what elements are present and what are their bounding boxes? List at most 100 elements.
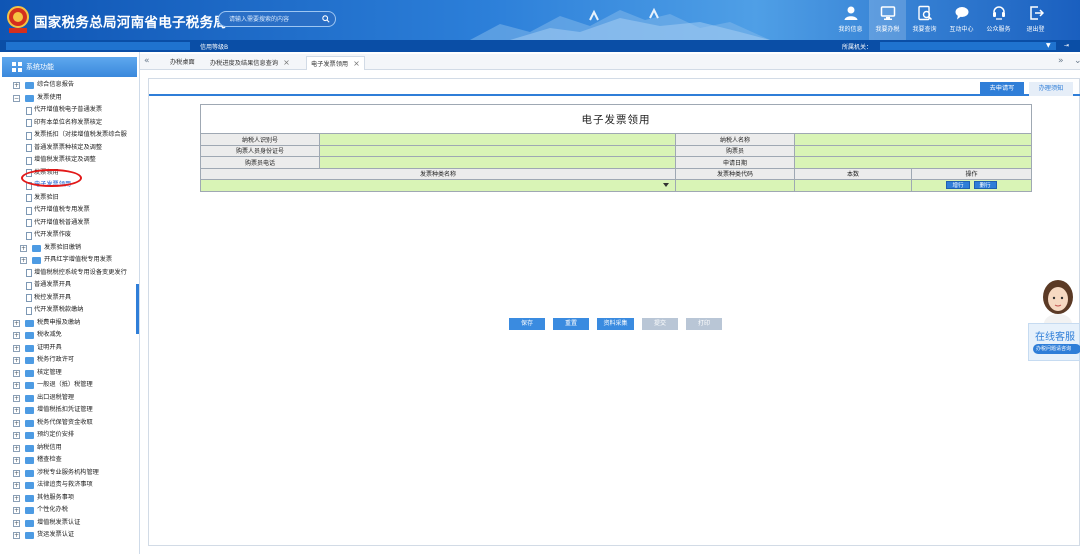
tab-e-invoice[interactable]: 电子发票领用 × (306, 56, 365, 70)
search-input[interactable] (219, 12, 317, 26)
expand-icon[interactable]: + (13, 457, 20, 464)
search-box[interactable] (218, 11, 336, 27)
sidebar-item[interactable]: + 综合信息报告 (0, 79, 139, 92)
nav-logout[interactable]: 退出登 (1017, 0, 1054, 40)
collapse-icon[interactable]: − (13, 94, 20, 102)
sidebar-item[interactable]: + 一般退（抵）税管理 (0, 379, 139, 392)
org-select[interactable] (880, 42, 1056, 50)
sidebar-item[interactable]: + 税收减免 (0, 329, 139, 342)
sidebar-item[interactable]: 代开增值税专用发票 (0, 204, 139, 217)
sidebar-item[interactable]: + 税务代保管资金收取 (0, 417, 139, 430)
expand-icon[interactable]: + (13, 419, 20, 427)
sidebar-item[interactable]: + 法律追责与救济事项 (0, 479, 139, 492)
expand-icon[interactable]: + (13, 407, 20, 414)
sidebar-item[interactable]: + 纳税信用 (0, 442, 139, 455)
expand-icon[interactable]: + (13, 344, 20, 352)
reset-button[interactable]: 重置 (553, 318, 589, 330)
sidebar-item[interactable]: + 增值税抵扣凭证管理 (0, 404, 139, 417)
tab-guide[interactable]: 办理须知 (1029, 82, 1073, 96)
sidebar-item[interactable]: + 增值税发票认证 (0, 517, 139, 530)
online-service-widget[interactable]: 在线客服 办税问题请咨询 (1028, 277, 1080, 362)
print-button[interactable]: 打印 (686, 318, 722, 330)
sidebar-item[interactable]: 增值税发票核定及调整 (0, 154, 139, 167)
expand-icon[interactable]: + (13, 332, 20, 339)
sidebar-item[interactable]: 发票抵扣（对接增值税发票综合服 (0, 129, 139, 142)
sidebar-item[interactable]: + 证明开具 (0, 342, 139, 355)
sidebar-item[interactable]: 税控发票开具 (0, 292, 139, 305)
sidebar-item[interactable]: − 发票使用 (0, 92, 139, 105)
grid-icon (12, 62, 22, 72)
nav-interaction[interactable]: 互动中心 (943, 0, 980, 40)
expand-icon[interactable]: + (13, 444, 20, 452)
sidebar-item[interactable]: + 预约定价安排 (0, 429, 139, 442)
sidebar-item[interactable]: 普通发票票种核定及调整 (0, 142, 139, 155)
buyer-id-field[interactable] (319, 144, 676, 157)
expand-icon[interactable]: + (13, 319, 20, 327)
submit-button[interactable]: 提交 (642, 318, 678, 330)
buyer-field[interactable] (794, 144, 1032, 157)
expand-icon[interactable]: + (13, 432, 20, 439)
sidebar-item[interactable]: 增值税税控系统专用设备变更发行 (0, 267, 139, 280)
expand-icon[interactable]: + (13, 532, 20, 539)
sidebar-item[interactable]: 印有本单位名称发票核定 (0, 117, 139, 130)
tabs-next-icon[interactable]: » (1058, 56, 1064, 66)
count-field[interactable] (794, 179, 912, 192)
close-icon[interactable]: × (283, 58, 290, 67)
search-icon[interactable] (322, 15, 330, 23)
sidebar-item[interactable]: + 税务行政许可 (0, 354, 139, 367)
sidebar-item[interactable]: + 税费申报及缴纳 (0, 317, 139, 330)
add-row-button[interactable]: 增行 (946, 181, 970, 190)
sidebar-item[interactable]: 代开增值税普通发票 (0, 217, 139, 230)
nav-my-info[interactable]: 我的信息 (832, 0, 869, 40)
expand-icon[interactable]: + (13, 482, 20, 489)
expand-icon[interactable]: + (13, 394, 20, 402)
tabs-more-icon[interactable]: ⌄ (1074, 56, 1080, 66)
sidebar-item[interactable]: + 个性化办税 (0, 504, 139, 517)
invoice-type-select[interactable] (200, 179, 676, 192)
expand-icon[interactable]: + (13, 82, 20, 89)
nav-public-service[interactable]: 公众服务 (980, 0, 1017, 40)
close-icon[interactable]: × (353, 59, 360, 68)
sidebar-collapse-handle[interactable] (136, 284, 139, 334)
apply-date-field[interactable] (794, 156, 1032, 169)
sidebar-item[interactable]: + 稽查检查 (0, 454, 139, 467)
nav-do-tax[interactable]: 我要办税 (869, 0, 906, 40)
sidebar-item[interactable]: + 开具红字增值税专用发票 (0, 254, 139, 267)
expand-icon[interactable]: + (13, 469, 20, 477)
tab-desktop[interactable]: 办税桌面 (170, 56, 195, 70)
sidebar-item[interactable]: 代开发票税款缴纳 (0, 304, 139, 317)
sidebar-item[interactable]: + 其他服务事项 (0, 492, 139, 505)
chevron-down-icon[interactable]: ▼ (1046, 42, 1051, 49)
tab-apply[interactable]: 去申请写 (980, 82, 1024, 96)
save-button[interactable]: 保存 (509, 318, 545, 330)
collect-data-button[interactable]: 资料采集 (597, 318, 634, 330)
expand-icon[interactable]: + (13, 369, 20, 377)
sidebar-item[interactable]: 普通发票开具 (0, 279, 139, 292)
sidebar-item[interactable]: 发票验旧 (0, 192, 139, 205)
expand-icon[interactable]: + (13, 519, 20, 527)
expand-icon[interactable]: + (13, 507, 20, 514)
delete-row-button[interactable]: 删行 (973, 181, 997, 190)
exit-icon[interactable]: ⇥ (1064, 42, 1069, 49)
chevron-down-icon[interactable] (663, 183, 669, 187)
buyer-phone-field[interactable] (319, 156, 676, 169)
expand-icon[interactable]: + (20, 257, 27, 264)
expand-icon[interactable]: + (13, 382, 20, 389)
folder-icon (25, 457, 34, 464)
sidebar-item[interactable]: 代开发票作废 (0, 229, 139, 242)
expand-icon[interactable]: + (13, 357, 20, 364)
online-service-subtitle[interactable]: 办税问题请咨询 (1033, 344, 1080, 354)
sidebar-item[interactable]: + 货运发票认证 (0, 529, 139, 542)
tabs-prev-icon[interactable]: « (144, 56, 150, 66)
sidebar-item[interactable]: + 出口退税管理 (0, 392, 139, 405)
expand-icon[interactable]: + (13, 494, 20, 502)
sidebar-item[interactable]: + 发票验旧缴销 (0, 242, 139, 255)
online-service-box[interactable]: 在线客服 办税问题请咨询 (1028, 323, 1080, 361)
sidebar-item[interactable]: 代开增值税电子普通发票 (0, 104, 139, 117)
tab-progress-query[interactable]: 办税进度及结果信息查询 × (210, 56, 290, 70)
content-tabs: 去申请写 办理须知 (149, 79, 1080, 96)
expand-icon[interactable]: + (20, 244, 27, 252)
nav-query[interactable]: 我要查询 (906, 0, 943, 40)
sidebar-item[interactable]: + 核定管理 (0, 367, 139, 380)
sidebar-item[interactable]: + 涉税专业服务机构管理 (0, 467, 139, 480)
